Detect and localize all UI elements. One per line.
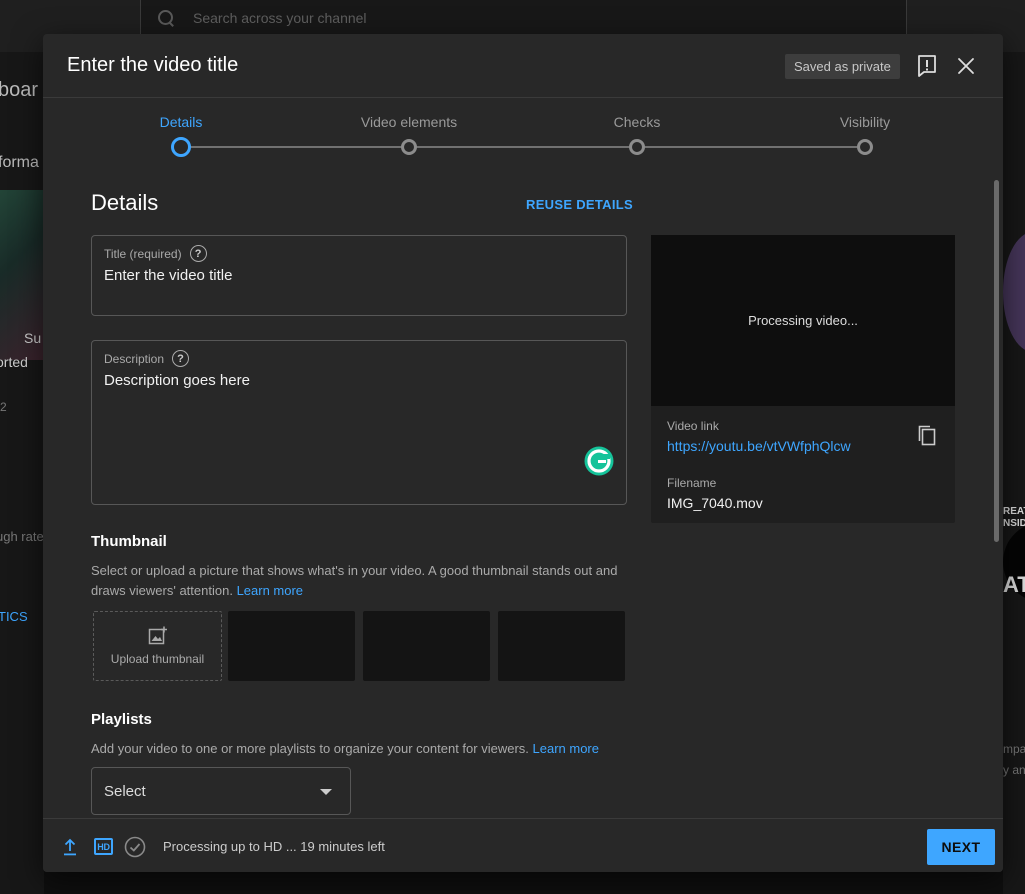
title-field[interactable]: Title (required) ? Enter the video title bbox=[91, 235, 627, 316]
video-preview: Processing video... bbox=[651, 235, 955, 406]
checks-status-icon[interactable] bbox=[124, 836, 146, 858]
bg-text-fragment: Su bbox=[24, 330, 42, 346]
step-video-elements[interactable]: Video elements bbox=[361, 114, 457, 132]
step-label: Checks bbox=[613, 114, 661, 130]
video-link[interactable]: https://youtu.be/vtVWfphQlcw bbox=[667, 438, 851, 454]
playlist-select-value: Select bbox=[104, 783, 146, 800]
background-left-column: boar forma Su orted 2 ugh rate TICS bbox=[0, 52, 44, 894]
playlists-learn-more-link[interactable]: Learn more bbox=[533, 741, 599, 756]
upload-thumbnail-button[interactable]: Upload thumbnail bbox=[93, 611, 222, 681]
bg-text-dashboard: boar bbox=[0, 79, 39, 101]
filename-value: IMG_7040.mov bbox=[667, 495, 763, 511]
description-label-text: Description bbox=[104, 351, 165, 366]
dialog-header: Enter the video title Saved as private bbox=[43, 34, 1003, 98]
playlist-select[interactable]: Select bbox=[91, 767, 351, 815]
search-icon bbox=[157, 9, 175, 27]
channel-search-placeholder: Search across your channel bbox=[193, 9, 367, 26]
bg-text-fragment: AT bbox=[1003, 572, 1025, 597]
background-right-column: REAT NSIDI AT mpa y an bbox=[1003, 52, 1025, 894]
step-label: Visibility bbox=[839, 114, 891, 130]
next-button[interactable]: NEXT bbox=[927, 829, 995, 865]
step-details-dot[interactable] bbox=[171, 137, 191, 157]
thumbnail-help-copy: Select or upload a picture that shows wh… bbox=[91, 563, 618, 598]
thumbnail-heading: Thumbnail bbox=[91, 533, 167, 550]
help-icon[interactable]: ? bbox=[172, 350, 190, 367]
dialog-footer: HD Processing up to HD ... 19 minutes le… bbox=[43, 818, 1003, 872]
bg-text-fragment: REAT bbox=[1003, 506, 1025, 517]
saved-status-badge: Saved as private bbox=[785, 54, 900, 79]
upload-dialog: Enter the video title Saved as private D… bbox=[43, 34, 1003, 872]
playlists-help-copy: Add your video to one or more playlists … bbox=[91, 741, 529, 756]
processing-status-text: Processing up to HD ... 19 minutes left bbox=[163, 839, 385, 854]
grammarly-icon[interactable] bbox=[584, 446, 614, 476]
add-image-icon bbox=[148, 626, 167, 645]
bg-text-fragment: 2 bbox=[0, 400, 7, 414]
stepper-track bbox=[181, 146, 865, 148]
playlists-heading: Playlists bbox=[91, 711, 152, 728]
details-heading: Details bbox=[91, 190, 159, 215]
caret-down-icon bbox=[320, 789, 332, 795]
auto-thumbnail-option[interactable] bbox=[228, 611, 355, 681]
auto-thumbnail-option[interactable] bbox=[498, 611, 625, 681]
description-field-label: Description ? bbox=[104, 350, 190, 367]
dialog-scrollbar-thumb[interactable] bbox=[994, 180, 999, 542]
upload-thumbnail-label: Upload thumbnail bbox=[110, 652, 205, 666]
description-input[interactable]: Description goes here bbox=[104, 372, 250, 389]
dialog-title: Enter the video title bbox=[67, 54, 239, 76]
processing-video-text: Processing video... bbox=[748, 313, 858, 328]
hd-icon[interactable]: HD bbox=[94, 838, 113, 855]
filename-label: Filename bbox=[667, 476, 717, 490]
step-visibility-dot[interactable] bbox=[857, 139, 873, 155]
bg-text-fragment: orted bbox=[0, 354, 28, 370]
title-field-label: Title (required) ? bbox=[104, 245, 207, 262]
bg-text-fragment: NSIDI bbox=[1003, 518, 1025, 529]
copy-icon[interactable] bbox=[917, 425, 937, 447]
thumbnail-help-text: Select or upload a picture that shows wh… bbox=[91, 561, 631, 601]
step-label: Details bbox=[159, 114, 203, 130]
reuse-details-button[interactable]: REUSE DETAILS bbox=[526, 197, 633, 212]
title-input[interactable]: Enter the video title bbox=[104, 267, 232, 284]
bg-text-fragment: y an bbox=[1003, 763, 1025, 777]
bg-text-fragment: ugh rate bbox=[0, 529, 44, 544]
auto-thumbnail-option[interactable] bbox=[363, 611, 490, 681]
step-visibility[interactable]: Visibility bbox=[840, 114, 890, 132]
step-checks[interactable]: Checks bbox=[614, 114, 661, 132]
help-icon[interactable]: ? bbox=[189, 245, 207, 262]
thumbnail-learn-more-link[interactable]: Learn more bbox=[237, 583, 303, 598]
playlists-help-text: Add your video to one or more playlists … bbox=[91, 739, 651, 759]
bg-analytics-link: TICS bbox=[0, 609, 28, 624]
step-video-elements-dot[interactable] bbox=[401, 139, 417, 155]
title-label-text: Title (required) bbox=[104, 246, 182, 261]
video-preview-panel: Processing video... Video link https://y… bbox=[651, 235, 955, 523]
close-icon[interactable] bbox=[955, 55, 977, 77]
upload-icon[interactable] bbox=[63, 838, 77, 856]
bg-avatar-circle bbox=[1003, 232, 1025, 352]
video-link-label: Video link bbox=[667, 419, 719, 433]
channel-search-bar[interactable]: Search across your channel bbox=[140, 0, 907, 36]
bg-text-fragment: mpa bbox=[1003, 742, 1025, 756]
alert-feedback-icon[interactable] bbox=[916, 54, 938, 78]
step-label: Video elements bbox=[360, 114, 458, 130]
step-checks-dot[interactable] bbox=[629, 139, 645, 155]
step-details[interactable]: Details bbox=[160, 114, 203, 132]
bg-text-performance: forma bbox=[0, 154, 39, 171]
description-field[interactable]: Description ? Description goes here bbox=[91, 340, 627, 505]
